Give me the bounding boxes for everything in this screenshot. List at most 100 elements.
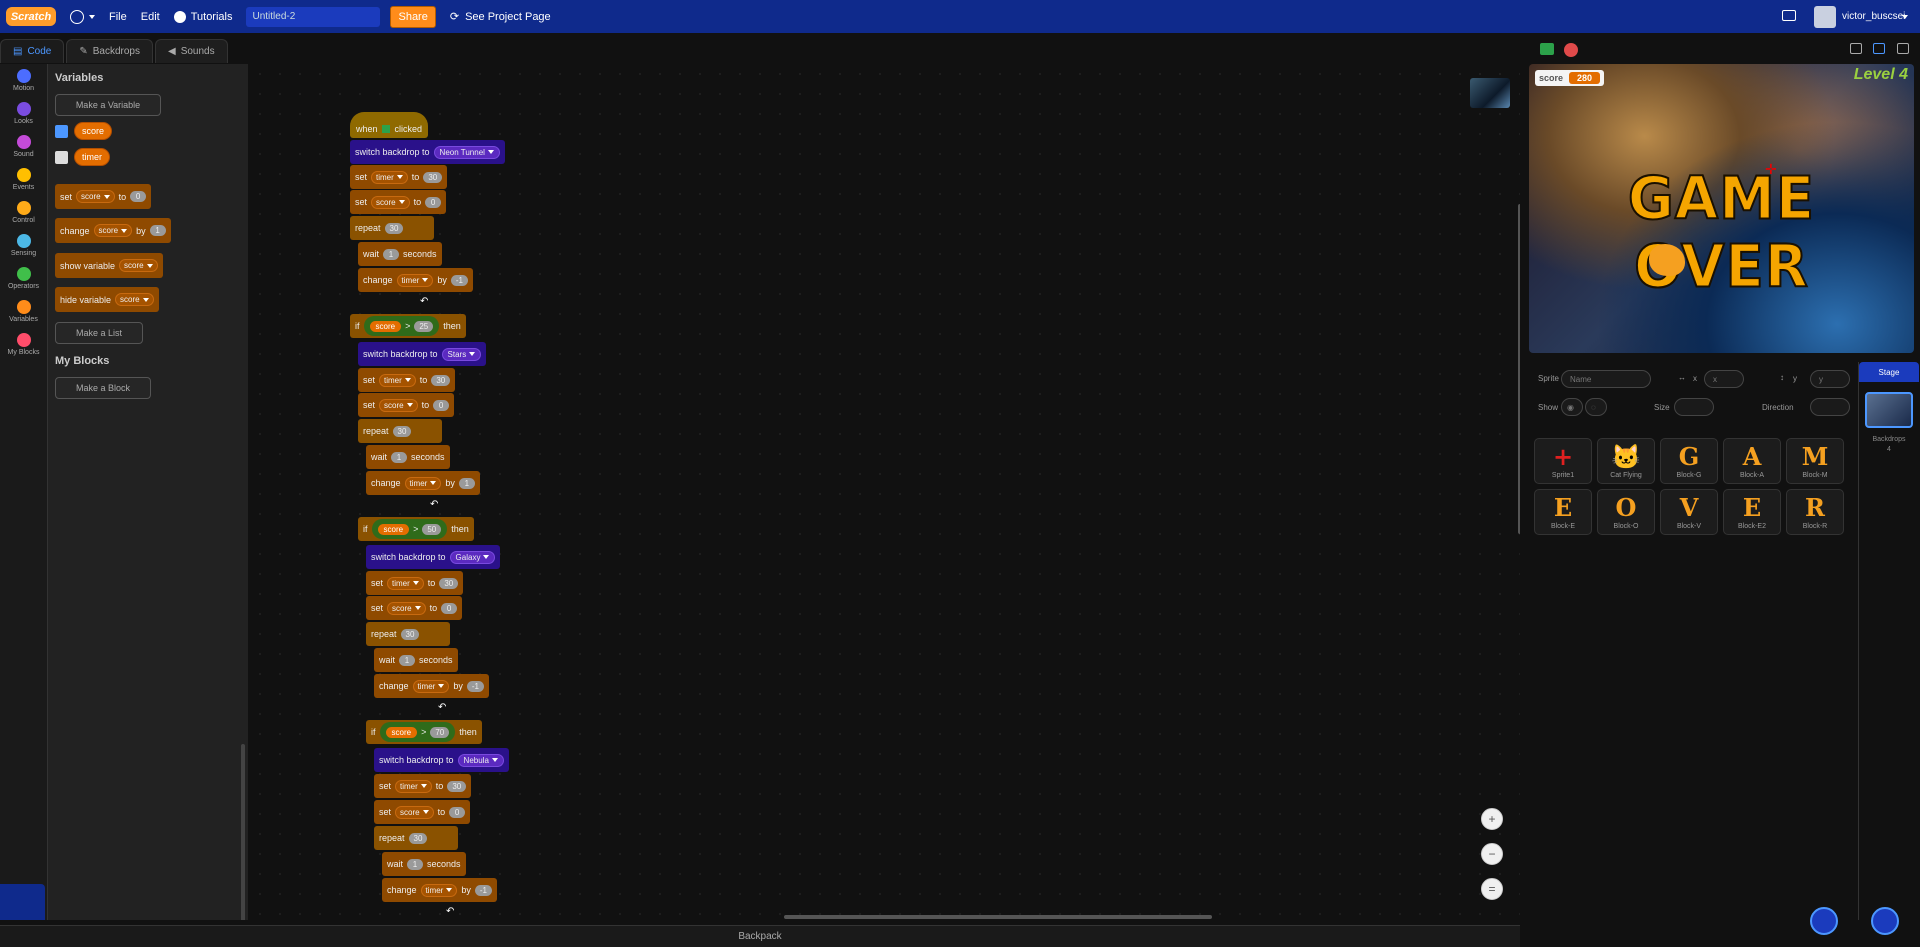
tab-backdrops[interactable]: ✎ Backdrops <box>66 39 153 63</box>
score-reporter[interactable]: score <box>377 523 410 535</box>
variable-dropdown[interactable]: score <box>119 259 158 272</box>
number-input[interactable]: 0 <box>130 191 147 202</box>
avatar[interactable] <box>1814 6 1836 28</box>
sprite-tile[interactable]: E Block-E <box>1534 489 1592 535</box>
number-input[interactable]: 1 <box>383 248 400 260</box>
backdrop-dropdown[interactable]: Nebula <box>457 753 504 767</box>
sprite-tile[interactable]: G Block-G <box>1660 438 1718 484</box>
backdrop-dropdown[interactable]: Galaxy <box>449 550 496 564</box>
category-variables[interactable]: Variables <box>0 295 47 328</box>
number-input[interactable]: 30 <box>400 628 420 640</box>
username[interactable]: victor_buscsei <box>1842 11 1905 22</box>
cat-sprite[interactable] <box>1649 244 1685 276</box>
category-events[interactable]: Events <box>0 163 47 196</box>
switch-backdrop-block[interactable]: switch backdrop to Neon Tunnel <box>350 140 505 164</box>
stage-canvas[interactable]: score 280 Level 4 ✛ GAME OVER <box>1529 64 1914 353</box>
chevron-down-icon[interactable] <box>1902 15 1908 19</box>
set-score-block[interactable]: set score to 0 <box>366 596 463 620</box>
make-list-button[interactable]: Make a List <box>55 322 143 344</box>
sprite-tile[interactable]: O Block-O <box>1597 489 1655 535</box>
category-sensing[interactable]: Sensing <box>0 229 47 262</box>
number-input[interactable]: -1 <box>450 274 468 286</box>
greater-than-operator[interactable]: score >70 <box>379 722 456 742</box>
sprite-tile[interactable]: R Block-R <box>1786 489 1844 535</box>
make-variable-button[interactable]: Make a Variable <box>55 94 161 116</box>
backdrop-dropdown[interactable]: Neon Tunnel <box>433 145 500 159</box>
wait-block[interactable]: wait 1 seconds <box>382 852 466 876</box>
number-input[interactable]: 1 <box>458 477 475 489</box>
number-input[interactable]: 30 <box>423 171 443 183</box>
edit-menu[interactable]: Edit <box>141 11 160 23</box>
category-sound[interactable]: Sound <box>0 130 47 163</box>
repeat-block[interactable]: repeat 30 <box>374 826 458 850</box>
variable-dropdown[interactable]: score <box>76 190 115 203</box>
direction-input[interactable] <box>1810 398 1850 416</box>
make-block-button[interactable]: Make a Block <box>55 377 151 399</box>
choose-sprite-button[interactable] <box>1810 907 1838 935</box>
number-input[interactable]: 1 <box>391 451 408 463</box>
variable-dropdown[interactable]: timer <box>387 576 424 590</box>
variable-dropdown[interactable]: score <box>379 398 418 412</box>
number-input[interactable]: 0 <box>441 602 458 614</box>
set-score-block[interactable]: set score to 0 <box>358 393 455 417</box>
number-input[interactable]: 30 <box>439 577 459 589</box>
fullscreen-icon[interactable] <box>1897 43 1909 54</box>
my-stuff-icon[interactable] <box>1782 10 1796 21</box>
tutorials-button[interactable]: Tutorials <box>173 10 232 23</box>
repeat-block[interactable]: repeat 30 <box>366 622 450 646</box>
sprite-tile[interactable]: M Block-M <box>1786 438 1844 484</box>
show-variable-block[interactable]: show variable score <box>55 253 163 278</box>
number-input[interactable]: -1 <box>466 680 484 692</box>
number-input[interactable]: 30 <box>447 780 467 792</box>
sprite-tile[interactable]: V Block-V <box>1660 489 1718 535</box>
variable-dropdown[interactable]: score <box>93 224 133 237</box>
tab-code[interactable]: ▤ Code <box>0 39 65 63</box>
number-input[interactable]: 1 <box>399 654 416 666</box>
backdrop-dropdown[interactable]: Stars <box>441 347 482 361</box>
add-extension-button[interactable] <box>0 884 45 920</box>
change-timer-block[interactable]: change timer by -1 <box>358 268 473 292</box>
variable-dropdown[interactable]: timer <box>404 476 442 490</box>
sprite-tile[interactable]: E Block-E2 <box>1723 489 1781 535</box>
category-operators[interactable]: Operators <box>0 262 47 295</box>
share-button[interactable]: Share <box>390 5 436 28</box>
score-reporter[interactable]: score <box>369 320 402 332</box>
number-input[interactable]: 25 <box>414 320 434 332</box>
category-motion[interactable]: Motion <box>0 64 47 97</box>
choose-backdrop-button[interactable] <box>1871 907 1899 935</box>
tab-sounds[interactable]: ◀ Sounds <box>155 39 228 63</box>
number-input[interactable]: 30 <box>431 374 451 386</box>
set-score-block[interactable]: set score to 0 <box>374 800 471 824</box>
stop-icon[interactable] <box>1564 43 1578 57</box>
change-timer-block[interactable]: change timer by -1 <box>374 674 489 698</box>
category-control[interactable]: Control <box>0 196 47 229</box>
greater-than-operator[interactable]: score >25 <box>363 316 440 336</box>
code-workspace[interactable]: when clicked switch backdrop to Neon Tunne… <box>250 64 1520 920</box>
variable-dropdown[interactable]: timer <box>379 373 416 387</box>
zoom-out-icon[interactable]: − <box>1481 843 1503 865</box>
backpack[interactable]: Backpack <box>0 925 1520 947</box>
timer-checkbox[interactable] <box>55 151 68 164</box>
change-variable-block[interactable]: change score by 1 <box>55 218 171 243</box>
sprite-tile[interactable]: 🐱 Cat Flying <box>1597 438 1655 484</box>
workspace-horizontal-scrollbar[interactable] <box>784 915 1212 919</box>
zoom-reset-icon[interactable]: = <box>1481 878 1503 900</box>
change-timer-block[interactable]: change timer by 1 <box>366 471 480 495</box>
repeat-block[interactable]: repeat 30 <box>350 216 434 240</box>
set-variable-block[interactable]: set score to 0 <box>55 184 152 209</box>
number-input[interactable]: 30 <box>392 425 412 437</box>
wait-block[interactable]: wait 1 seconds <box>366 445 450 469</box>
if-block[interactable]: if score >70 then <box>366 720 482 744</box>
set-timer-block[interactable]: set timer to 30 <box>374 774 472 798</box>
number-input[interactable]: 30 <box>384 222 404 234</box>
variable-dropdown[interactable]: score <box>115 293 154 306</box>
variable-dropdown[interactable]: timer <box>396 273 434 287</box>
project-title-input[interactable] <box>246 6 381 27</box>
score-reporter[interactable]: score <box>74 122 113 140</box>
workspace-vertical-scrollbar[interactable] <box>1518 204 1520 534</box>
number-input[interactable]: 1 <box>149 225 166 236</box>
switch-backdrop-block[interactable]: switch backdrop to Stars <box>358 342 487 366</box>
number-input[interactable]: -1 <box>474 884 492 896</box>
number-input[interactable]: 0 <box>433 399 450 411</box>
size-input[interactable] <box>1674 398 1714 416</box>
